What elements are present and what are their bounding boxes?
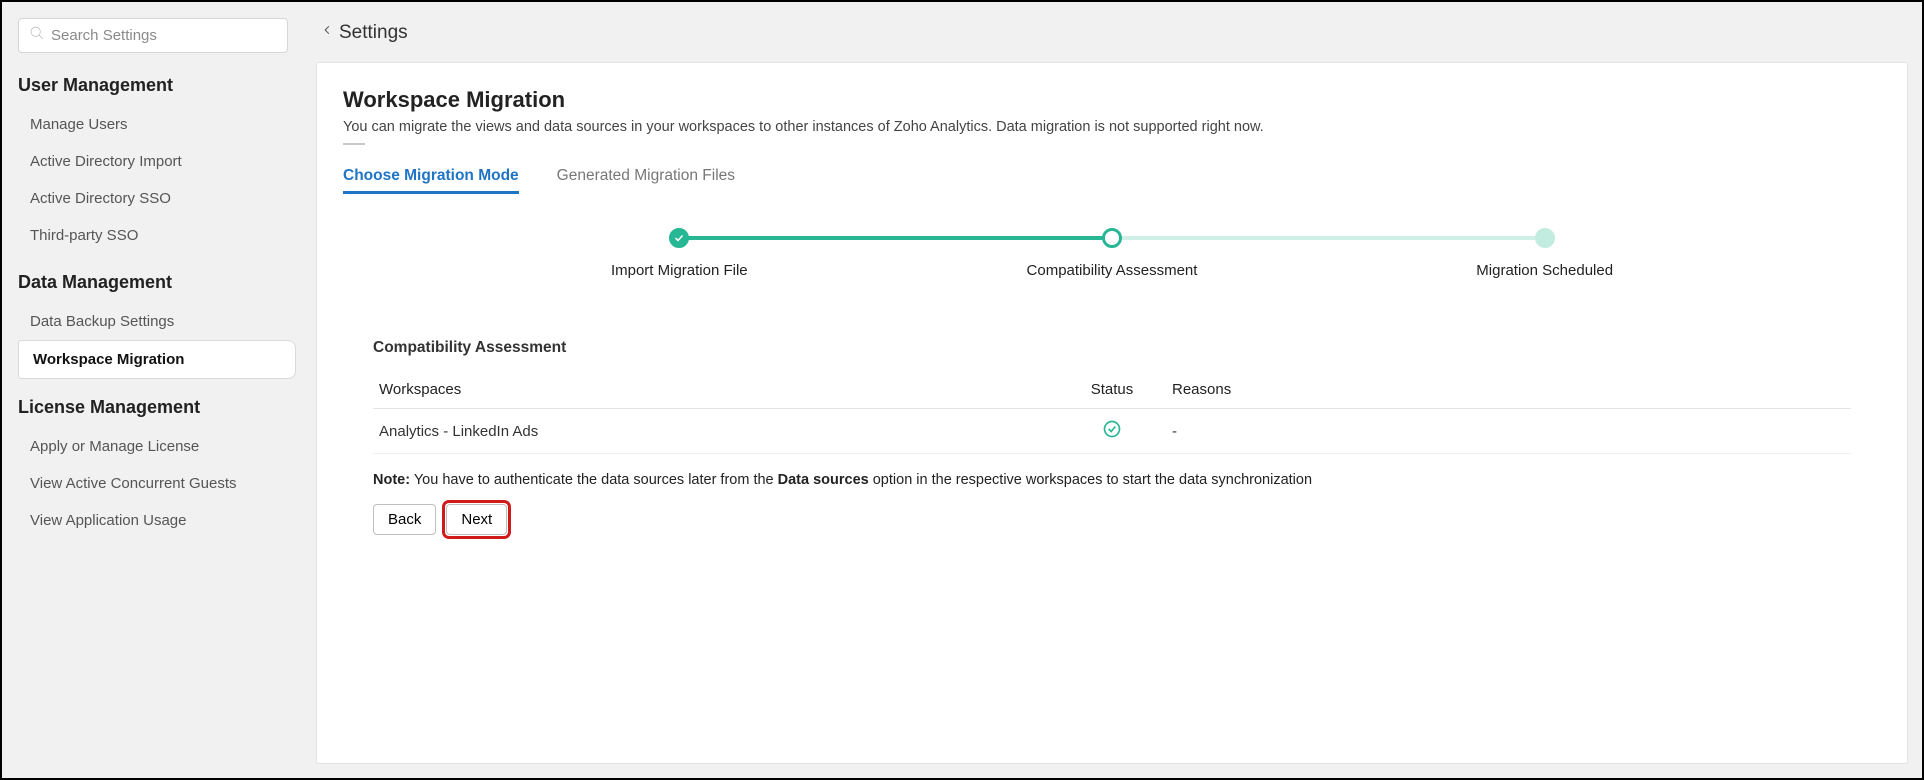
sidebar: User Management Manage Users Active Dire… [2,2,302,778]
cell-workspace: Analytics - LinkedIn Ads [379,423,1052,440]
check-circle-icon [669,228,689,248]
page-subtitle: You can migrate the views and data sourc… [343,119,1881,135]
divider [343,143,365,145]
highlight-annotation: Next [446,504,507,535]
sidebar-group-license-mgmt: License Management [18,397,296,418]
compat-table: Workspaces Status Reasons Analytics - Li… [373,371,1851,454]
page-title: Workspace Migration [343,87,1881,113]
sidebar-item-manage-users[interactable]: Manage Users [18,106,296,143]
sidebar-item-app-usage[interactable]: View Application Usage [18,502,296,539]
sidebar-group-user-mgmt: User Management [18,75,296,96]
sidebar-item-apply-license[interactable]: Apply or Manage License [18,428,296,465]
section-title-compat: Compatibility Assessment [373,339,1851,357]
sidebar-group-data-mgmt: Data Management [18,272,296,293]
app-root: User Management Manage Users Active Dire… [2,2,1922,778]
content-panel: Workspace Migration You can migrate the … [316,62,1908,764]
cell-reasons: - [1172,423,1845,440]
note-part1: You have to authenticate the data source… [410,472,778,488]
step-compatibility: Compatibility Assessment [896,228,1329,279]
stepper: Import Migration File Compatibility Asse… [463,228,1761,279]
next-button[interactable]: Next [446,504,507,535]
breadcrumb-label: Settings [339,22,408,44]
tabs: Choose Migration Mode Generated Migratio… [343,167,1881,194]
sidebar-item-third-party-sso[interactable]: Third-party SSO [18,217,296,254]
col-workspaces: Workspaces [379,381,1052,398]
step-label: Migration Scheduled [1328,262,1761,279]
table-row: Analytics - LinkedIn Ads - [373,409,1851,454]
sidebar-item-ad-import[interactable]: Active Directory Import [18,143,296,180]
back-button[interactable]: Back [373,504,436,535]
search-input-container[interactable] [18,18,288,53]
note-part2: option in the respective workspaces to s… [869,472,1312,488]
step-label: Import Migration File [463,262,896,279]
sidebar-item-concurrent-guests[interactable]: View Active Concurrent Guests [18,465,296,502]
chevron-left-icon [322,22,333,44]
step-import-file: Import Migration File [463,228,896,279]
search-input[interactable] [51,27,277,44]
note-label: Note: [373,472,410,488]
note-text: Note: You have to authenticate the data … [373,472,1851,488]
button-row: Back Next [373,504,1881,535]
note-bold: Data sources [778,472,869,488]
sidebar-item-data-backup[interactable]: Data Backup Settings [18,303,296,340]
breadcrumb-settings[interactable]: Settings [322,22,1902,44]
circle-icon [1535,228,1555,248]
main-header: Settings [316,12,1908,62]
tab-choose-migration-mode[interactable]: Choose Migration Mode [343,167,519,194]
search-icon [29,25,45,46]
table-header: Workspaces Status Reasons [373,371,1851,409]
step-scheduled: Migration Scheduled [1328,228,1761,279]
status-ok-icon [1052,419,1172,443]
circle-icon [1102,228,1122,248]
col-reasons: Reasons [1172,381,1845,398]
col-status: Status [1052,381,1172,398]
main: Settings Workspace Migration You can mig… [302,2,1922,778]
sidebar-item-workspace-migration[interactable]: Workspace Migration [18,340,296,379]
tab-generated-migration-files[interactable]: Generated Migration Files [557,167,735,194]
step-label: Compatibility Assessment [896,262,1329,279]
sidebar-item-ad-sso[interactable]: Active Directory SSO [18,180,296,217]
